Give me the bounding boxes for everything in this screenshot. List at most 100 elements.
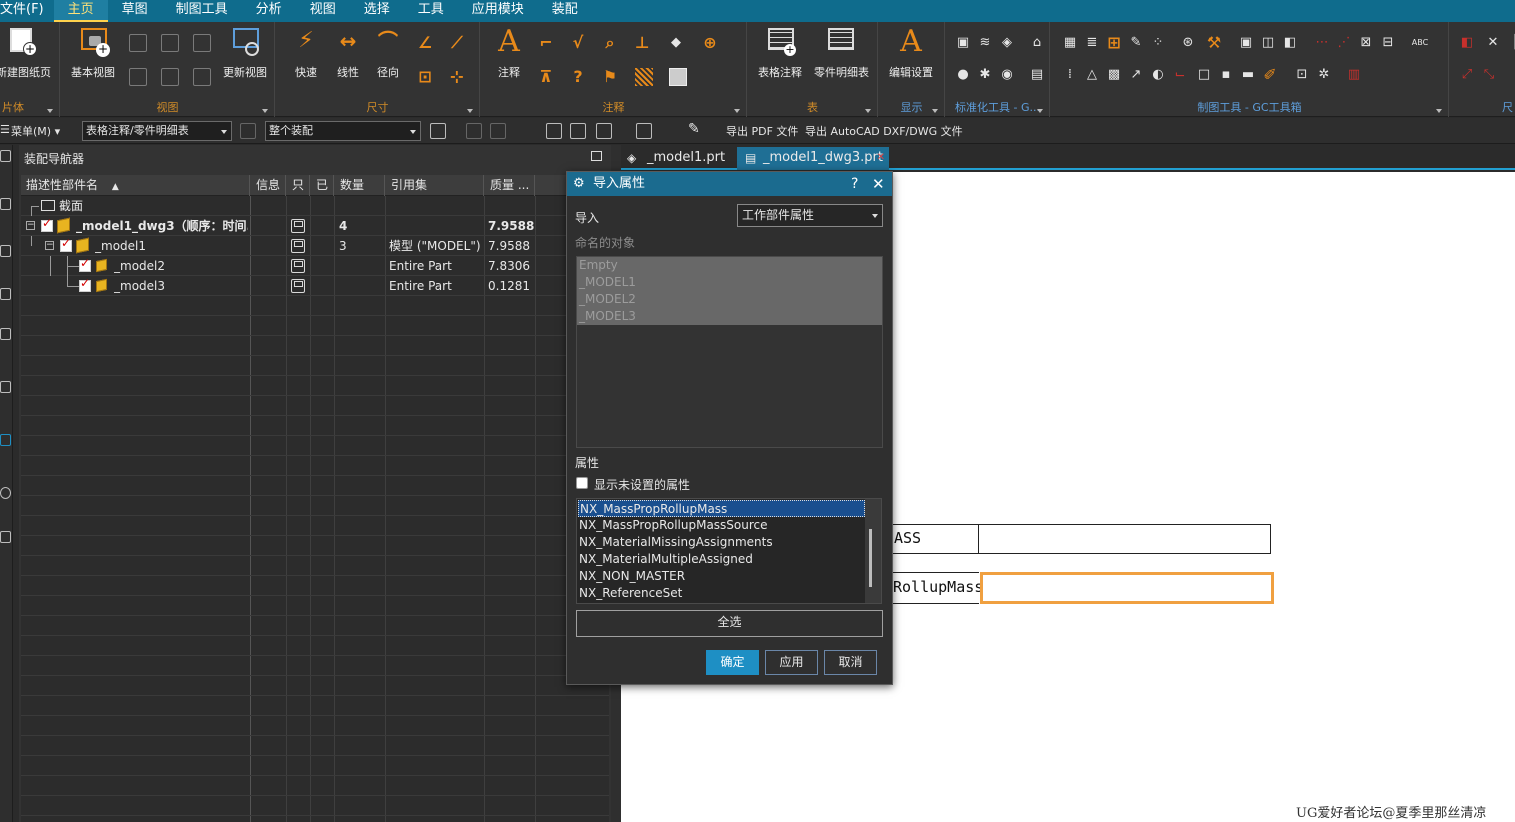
- std-tool-icon[interactable]: ✱: [976, 66, 994, 84]
- select-all-button[interactable]: 全选: [576, 610, 883, 637]
- selected-table-cell[interactable]: [980, 572, 1274, 604]
- chevron-down-icon[interactable]: [734, 109, 740, 113]
- chamfer-dimension-icon[interactable]: ⟋: [448, 34, 466, 52]
- gc-tool-icon[interactable]: │: [1506, 34, 1515, 52]
- gc-tool-icon[interactable]: ▣: [1237, 34, 1255, 52]
- table-cell[interactable]: ASS: [891, 524, 979, 554]
- gc-tool-icon[interactable]: ⤢: [1458, 66, 1476, 84]
- table-cell[interactable]: [978, 524, 1271, 554]
- attributes-scrollbar[interactable]: [865, 499, 881, 603]
- column-header-name[interactable]: 描述性部件名 ▲: [21, 175, 250, 196]
- tree-row-model1[interactable]: − _model1 3 模型 ("MODEL") 7.9588: [21, 236, 609, 256]
- broken-out-icon[interactable]: [161, 68, 179, 86]
- note-button[interactable]: A 注释: [483, 26, 535, 80]
- tree-row-sections[interactable]: 截面: [21, 196, 609, 216]
- std-tool-icon[interactable]: ▣: [954, 34, 972, 52]
- gc-tool-icon[interactable]: ⁘: [1149, 34, 1167, 52]
- column-header-info[interactable]: 信息: [251, 175, 286, 196]
- named-object-item[interactable]: _MODEL2: [579, 291, 636, 308]
- gc-tool-icon[interactable]: ◧: [1458, 34, 1476, 52]
- section-view-icon[interactable]: [193, 34, 211, 52]
- collapse-icon[interactable]: −: [26, 221, 35, 230]
- fit-icon[interactable]: [570, 123, 586, 139]
- menu-tab-analysis[interactable]: 分析: [242, 0, 296, 22]
- close-icon[interactable]: ✕: [1484, 34, 1502, 52]
- std-tool-icon[interactable]: ◉: [998, 66, 1016, 84]
- table-cell[interactable]: RollupMass: [891, 572, 983, 604]
- gc-tool-icon[interactable]: ⊡: [1293, 66, 1311, 84]
- visibility-checkbox[interactable]: [60, 236, 72, 252]
- gc-tool-icon[interactable]: ⌙: [1171, 66, 1189, 84]
- chevron-down-icon[interactable]: [865, 109, 871, 113]
- gc-tool-icon[interactable]: □: [1195, 66, 1213, 84]
- view-creation-icon[interactable]: [193, 68, 211, 86]
- std-tool-icon[interactable]: ●: [954, 66, 972, 84]
- gc-tool-icon[interactable]: ⊟: [1379, 34, 1397, 52]
- datum-target-icon[interactable]: ⊥: [633, 34, 651, 52]
- spellcheck-icon[interactable]: ABC: [1411, 34, 1429, 52]
- snap-icon[interactable]: [466, 123, 482, 139]
- gc-tool-icon[interactable]: ⁞: [1061, 66, 1079, 84]
- pencil-icon[interactable]: ✎: [688, 121, 700, 137]
- menu-tab-view[interactable]: 视图: [296, 0, 350, 22]
- ordinate-dimension-icon[interactable]: ⊹: [448, 68, 466, 86]
- named-objects-list[interactable]: Empty _MODEL1 _MODEL2 _MODEL3: [576, 256, 883, 448]
- column-header-modified[interactable]: 已: [311, 175, 334, 196]
- attribute-item-selected[interactable]: NX_MassPropRollupMass: [578, 500, 865, 517]
- scrollbar-thumb[interactable]: [869, 529, 872, 587]
- menu-button[interactable]: 菜单(M) ▾: [11, 123, 60, 139]
- tree-row-model2[interactable]: _model2 Entire Part 7.8306: [21, 256, 609, 276]
- tree-row-model3[interactable]: _model3 Entire Part 0.1281: [21, 276, 609, 296]
- gc-tool-icon[interactable]: ✐: [1261, 66, 1279, 84]
- gc-tool-icon[interactable]: ⊞: [1105, 34, 1123, 52]
- fill-icon[interactable]: ◆: [667, 34, 685, 52]
- menu-tab-sketch[interactable]: 草图: [108, 0, 162, 22]
- scope-combo[interactable]: 整个装配: [265, 121, 421, 141]
- gc-tool-icon[interactable]: ⋰: [1335, 34, 1353, 52]
- gc-tool-icon[interactable]: ✎: [1127, 34, 1145, 52]
- ok-button[interactable]: 确定: [706, 650, 759, 675]
- filter-icon[interactable]: [240, 123, 256, 139]
- chevron-down-icon[interactable]: [1037, 109, 1043, 113]
- base-view-button[interactable]: + 基本视图: [67, 26, 119, 80]
- gc-tool-icon[interactable]: ⊛: [1179, 34, 1197, 52]
- gc-tool-icon[interactable]: ↗: [1127, 66, 1145, 84]
- gc-tool-icon[interactable]: ▬: [1239, 66, 1257, 84]
- render-style-icon[interactable]: [636, 123, 652, 139]
- assembly-navigator-icon[interactable]: [0, 245, 11, 257]
- magnifier-icon[interactable]: ⌕: [601, 34, 619, 52]
- chevron-down-icon[interactable]: [932, 109, 938, 113]
- angular-dimension-icon[interactable]: ∠: [416, 34, 434, 52]
- visibility-checkbox[interactable]: [79, 276, 91, 292]
- new-sheet-button[interactable]: + 新建图纸页: [0, 26, 51, 80]
- named-object-item[interactable]: _MODEL1: [579, 274, 636, 291]
- part-navigator-icon[interactable]: [0, 198, 11, 210]
- column-header-quantity[interactable]: 数量: [335, 175, 385, 196]
- tree-row-model1-dwg3[interactable]: − _model1_dwg3（顺序：时间... 4 7.9588: [21, 216, 609, 236]
- type-filter-combo[interactable]: 表格注释/零件明细表: [82, 121, 232, 141]
- datum-feature-icon[interactable]: √: [569, 34, 587, 52]
- snap-icon[interactable]: [490, 123, 506, 139]
- gc-tool-icon[interactable]: ▦: [1061, 34, 1079, 52]
- gear-icon[interactable]: ✲: [1315, 66, 1333, 84]
- detail-view-icon[interactable]: [161, 34, 179, 52]
- layers-icon[interactable]: ≋: [976, 34, 994, 52]
- dialog-title-bar[interactable]: ⚙ 导入属性 ? ✕: [567, 172, 892, 196]
- import-select[interactable]: 工作部件属性: [737, 204, 883, 227]
- std-tool-icon[interactable]: ▤: [1028, 66, 1046, 84]
- triangle-icon[interactable]: △: [1083, 66, 1101, 84]
- tag-icon[interactable]: ⌂: [1028, 34, 1046, 52]
- menu-tab-selection[interactable]: 选择: [350, 0, 404, 22]
- gc-tool-icon[interactable]: ▩: [1105, 66, 1123, 84]
- std-tool-icon[interactable]: ◈: [998, 34, 1016, 52]
- gc-tool-icon[interactable]: ⋯: [1313, 34, 1331, 52]
- gc-tool-icon[interactable]: ▪: [1217, 66, 1235, 84]
- selection-list-icon[interactable]: [430, 123, 446, 139]
- thickness-dimension-icon[interactable]: ⊡: [416, 68, 434, 86]
- constraint-navigator-icon[interactable]: [0, 288, 11, 300]
- help-icon[interactable]: ?: [851, 172, 858, 196]
- table-note-button[interactable]: + 表格注释: [754, 26, 806, 80]
- weld-symbol-icon[interactable]: ⚑: [601, 68, 619, 86]
- menu-icon[interactable]: ☰: [0, 123, 10, 136]
- center-mark-icon[interactable]: ⊕: [701, 34, 719, 52]
